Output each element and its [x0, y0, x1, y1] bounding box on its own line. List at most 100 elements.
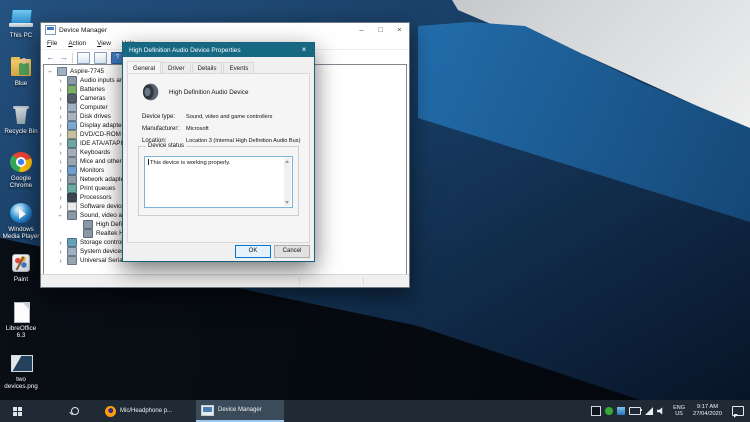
minimize-button[interactable]: –	[352, 23, 371, 37]
processor-icon	[67, 193, 77, 202]
chevron-right-icon[interactable]	[57, 194, 64, 201]
battery-icon	[67, 85, 77, 94]
network-adapter-icon	[67, 175, 77, 184]
mouse-icon	[67, 157, 77, 166]
taskbar-task-firefox[interactable]: Mic/Headphone p...	[100, 400, 188, 422]
chevron-right-icon[interactable]	[57, 140, 64, 147]
menu-file[interactable]: File	[47, 40, 57, 47]
device-name: High Definition Audio Device	[169, 88, 249, 96]
user-folder-icon	[9, 56, 33, 78]
menu-view[interactable]: View	[97, 40, 111, 47]
chevron-right-icon[interactable]	[57, 77, 64, 84]
scroll-down-icon	[285, 201, 289, 204]
speaker-device-icon	[142, 83, 159, 101]
desktop-icon-windows-media-player[interactable]: Windows Media Player	[2, 202, 40, 240]
taskbar-search-button[interactable]	[58, 400, 92, 422]
maximize-button[interactable]: □	[371, 23, 390, 37]
forward-icon[interactable]: →	[59, 53, 68, 62]
desktop-icon-two-devices-png[interactable]: two devices.png	[2, 352, 40, 390]
ok-button[interactable]: OK	[235, 245, 271, 258]
task-label: Device Manager	[218, 407, 262, 413]
chevron-right-icon[interactable]	[57, 95, 64, 102]
system-tray: ENG US 9:17 AM 27/04/2020	[591, 400, 750, 422]
dialog-titlebar[interactable]: High Definition Audio Device Properties …	[123, 43, 314, 57]
tray-time: 9:17 AM	[696, 404, 719, 410]
action-center-icon[interactable]	[732, 406, 744, 418]
tray-app-window-icon[interactable]	[591, 406, 602, 416]
show-console-tree-icon[interactable]	[77, 51, 90, 64]
tray-app-icon[interactable]	[617, 407, 626, 415]
speaker-icon	[83, 229, 93, 238]
taskbar: Mic/Headphone p... Device Manager ENG US …	[0, 400, 750, 422]
properties-icon[interactable]	[94, 51, 107, 64]
firefox-icon	[105, 405, 116, 417]
desktop-icon-recycle-bin[interactable]: Recycle Bin	[2, 104, 40, 135]
cancel-button[interactable]: Cancel	[274, 245, 310, 258]
search-icon	[71, 407, 79, 415]
network-signal-icon[interactable]	[645, 407, 654, 415]
chevron-right-icon[interactable]	[57, 239, 64, 246]
desktop-icon-label: two devices.png	[4, 376, 38, 390]
taskbar-task-device-manager[interactable]: Device Manager	[196, 400, 284, 422]
desktop-icon-this-pc[interactable]: This PC	[2, 8, 40, 39]
printer-icon	[67, 184, 77, 193]
chevron-right-icon[interactable]	[57, 257, 64, 264]
desktop-icon-libreoffice[interactable]: LibreOffice 6.3	[2, 301, 40, 339]
device-status-textarea[interactable]: This device is working properly.	[144, 156, 293, 208]
software-device-icon	[67, 202, 77, 211]
dvd-drive-icon	[67, 130, 77, 139]
device-manager-titlebar[interactable]: Device Manager – □ ×	[41, 23, 409, 37]
desktop-icon-label: Recycle Bin	[4, 128, 38, 135]
chevron-right-icon[interactable]	[57, 113, 64, 120]
field-value: Microsoft	[186, 126, 209, 132]
chevron-right-icon[interactable]	[57, 158, 64, 165]
desktop-icon-user-folder[interactable]: Blue	[2, 56, 40, 87]
chevron-right-icon[interactable]	[57, 149, 64, 156]
battery-icon[interactable]	[629, 407, 643, 415]
paint-icon	[9, 252, 33, 274]
chevron-right-icon[interactable]	[57, 167, 64, 174]
language-indicator[interactable]: ENG US	[673, 405, 685, 417]
desktop-icon-google-chrome[interactable]: Google Chrome	[2, 151, 40, 189]
chevron-right-icon[interactable]	[57, 122, 64, 129]
desktop-icon-label: Windows Media Player	[2, 226, 40, 240]
tray-antivirus-icon[interactable]	[605, 407, 614, 415]
camera-icon	[67, 94, 77, 103]
window-title: Device Manager	[59, 26, 108, 34]
start-button[interactable]	[0, 400, 34, 422]
chevron-right-icon[interactable]	[57, 131, 64, 138]
storage-controller-icon	[67, 238, 77, 247]
chevron-down-icon[interactable]	[57, 212, 64, 219]
device-status-label: Device status	[146, 143, 187, 149]
computer-icon	[67, 247, 77, 256]
back-icon[interactable]: ←	[46, 53, 55, 62]
speaker-icon	[67, 76, 77, 85]
media-player-icon	[9, 202, 33, 224]
volume-icon[interactable]	[657, 407, 663, 415]
keyboard-icon	[67, 148, 77, 157]
chevron-right-icon[interactable]	[57, 176, 64, 183]
chevron-right-icon[interactable]	[57, 104, 64, 111]
general-tab-page: High Definition Audio Device Device type…	[127, 73, 310, 243]
chevron-right-icon[interactable]	[57, 185, 64, 192]
chevron-right-icon[interactable]	[57, 248, 64, 255]
clock[interactable]: 9:17 AM 27/04/2020	[693, 404, 722, 418]
device-manager-icon	[201, 404, 214, 416]
usb-controller-icon	[67, 256, 77, 265]
status-bar	[41, 274, 409, 287]
chevron-right-icon[interactable]	[57, 203, 64, 210]
close-icon[interactable]: ×	[294, 43, 314, 57]
device-manager-app-icon	[45, 25, 56, 35]
image-file-icon	[9, 352, 33, 374]
tray-date: 27/04/2020	[692, 411, 722, 417]
field-label: Manufacturer:	[142, 126, 180, 132]
desktop-icon-paint[interactable]: Paint	[2, 252, 40, 283]
chevron-right-icon[interactable]	[57, 86, 64, 93]
computer-icon	[57, 67, 67, 76]
menu-action[interactable]: Action	[68, 40, 86, 47]
chevron-down-icon[interactable]	[47, 68, 54, 75]
textarea-scrollbar[interactable]	[284, 158, 291, 206]
close-button[interactable]: ×	[390, 23, 409, 37]
device-status-text: This device is working properly.	[150, 160, 231, 166]
desktop-icon-label: This PC	[9, 32, 33, 39]
